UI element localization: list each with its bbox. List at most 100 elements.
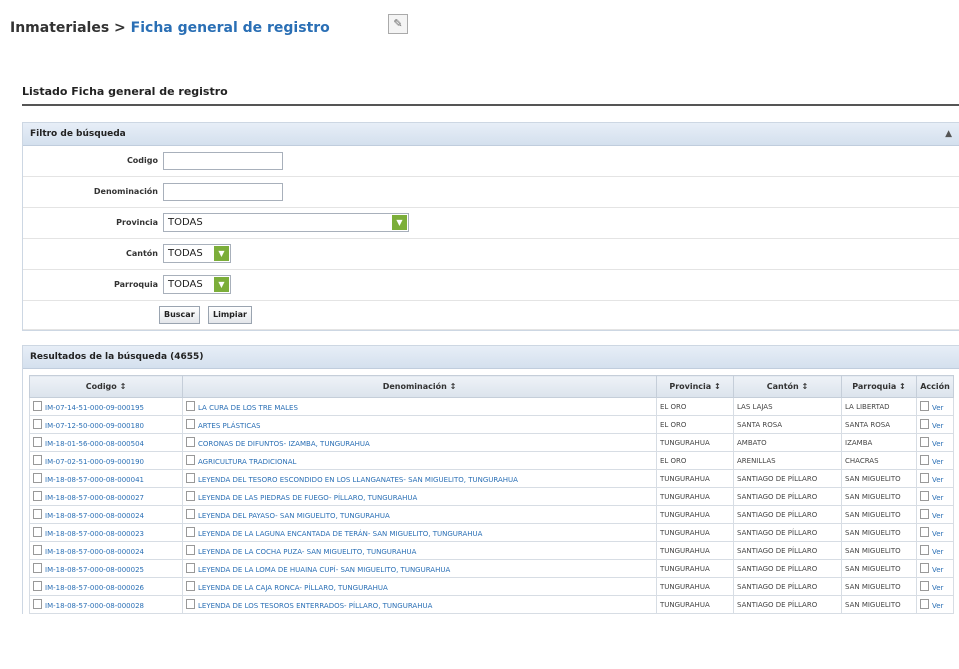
codigo-input[interactable] [163, 152, 283, 170]
cell-text: EL ORO [660, 420, 687, 429]
cell-text: AMBATO [737, 438, 767, 447]
document-icon [920, 563, 929, 573]
col-codigo[interactable]: Codigo ↕ [29, 375, 183, 398]
codigo-link[interactable]: IM-18-08-57-000-08-000024 [29, 541, 183, 560]
parroquia-cell: SAN MIGUELITO [841, 505, 917, 524]
filter-header[interactable]: Filtro de búsqueda ▲ [23, 123, 959, 146]
codigo-link[interactable]: IM-18-08-57-000-08-000041 [29, 469, 183, 488]
provincia-select[interactable]: TODAS ▼ [163, 213, 409, 232]
table-row: IM-18-08-57-000-08-000023 LEYENDA DE LA L… [29, 523, 954, 542]
cell-text: IM-07-12-50-000-09-000180 [45, 422, 144, 430]
codigo-link[interactable]: IM-07-02-51-000-09-000190 [29, 451, 183, 470]
canton-cell: SANTA ROSA [733, 415, 842, 434]
chevron-down-icon[interactable]: ▼ [214, 246, 229, 261]
document-icon [186, 509, 195, 519]
ver-link[interactable]: Ver [916, 541, 954, 560]
denominacion-link[interactable]: AGRICULTURA TRADICIONAL [182, 451, 657, 470]
denominacion-link[interactable]: LEYENDA DE LA LAGUNA ENCANTADA DE TERÁN-… [182, 523, 657, 542]
denominacion-link[interactable]: ARTES PLÁSTICAS [182, 415, 657, 434]
codigo-link[interactable]: IM-18-01-56-000-08-000504 [29, 433, 183, 452]
denominacion-link[interactable]: LEYENDA DEL TESORO ESCONDIDO EN LOS LLAN… [182, 469, 657, 488]
denominacion-link[interactable]: LEYENDA DE LA LOMA DE HUAINA CUPÍ- SAN M… [182, 559, 657, 578]
denominacion-link[interactable]: CORONAS DE DIFUNTOS- IZAMBA, TUNGURAHUA [182, 433, 657, 452]
filter-row-codigo: Codigo [23, 146, 959, 177]
denominacion-link[interactable]: LEYENDA DE LAS PIEDRAS DE FUEGO- PÍLLARO… [182, 487, 657, 506]
ver-link[interactable]: Ver [916, 505, 954, 524]
breadcrumb-root[interactable]: Inmateriales [10, 20, 109, 36]
cell-text: SANTIAGO DE PÍLLARO [737, 564, 818, 573]
cell-text: EL ORO [660, 456, 687, 465]
denominacion-link[interactable]: LA CURA DE LOS TRE MALES [182, 397, 657, 416]
codigo-link[interactable]: IM-18-08-57-000-08-000025 [29, 559, 183, 578]
parroquia-cell: CHACRAS [841, 451, 917, 470]
ver-link[interactable]: Ver [916, 595, 954, 614]
canton-cell: SANTIAGO DE PÍLLARO [733, 577, 842, 596]
codigo-label: Codigo [126, 156, 158, 165]
filter-panel: Filtro de búsqueda ▲ Codigo Denominación… [22, 122, 959, 331]
results-table: Codigo ↕ Denominación ↕ Provincia ↕ Cant… [29, 375, 954, 614]
canton-select[interactable]: TODAS ▼ [163, 244, 231, 263]
ver-link[interactable]: Ver [916, 433, 954, 452]
codigo-link[interactable]: IM-18-08-57-000-08-000027 [29, 487, 183, 506]
cell-text: SANTIAGO DE PÍLLARO [737, 474, 818, 483]
cell-text: TUNGURAHUA [660, 492, 710, 501]
parroquia-value: TODAS [168, 279, 203, 290]
denominacion-link[interactable]: LEYENDA DEL PAYASO- SAN MIGUELITO, TUNGU… [182, 505, 657, 524]
col-denominacion[interactable]: Denominación ↕ [182, 375, 657, 398]
ver-link[interactable]: Ver [916, 415, 954, 434]
document-icon [186, 545, 195, 555]
chevron-down-icon[interactable]: ▼ [214, 277, 229, 292]
parroquia-cell: SAN MIGUELITO [841, 541, 917, 560]
cell-text: Ver [932, 530, 944, 538]
results-panel: Resultados de la búsqueda (4655) Codigo … [22, 345, 959, 614]
codigo-link[interactable]: IM-18-08-57-000-08-000026 [29, 577, 183, 596]
cell-text: CORONAS DE DIFUNTOS- IZAMBA, TUNGURAHUA [198, 440, 370, 448]
cell-text: IM-18-08-57-000-08-000026 [45, 584, 144, 592]
limpiar-button[interactable]: Limpiar [208, 306, 252, 324]
col-provincia[interactable]: Provincia ↕ [656, 375, 734, 398]
canton-cell: SANTIAGO DE PÍLLARO [733, 505, 842, 524]
document-icon [33, 473, 42, 483]
document-icon [920, 455, 929, 465]
codigo-link[interactable]: IM-18-08-57-000-08-000024 [29, 505, 183, 524]
codigo-link[interactable]: IM-18-08-57-000-08-000028 [29, 595, 183, 614]
document-icon [33, 509, 42, 519]
filter-row-provincia: Provincia TODAS ▼ [23, 208, 959, 239]
breadcrumb-current[interactable]: Ficha general de registro [131, 20, 330, 36]
chevron-down-icon[interactable]: ▼ [392, 215, 407, 230]
cell-text: SAN MIGUELITO [845, 474, 901, 483]
document-icon [920, 527, 929, 537]
denominacion-link[interactable]: LEYENDA DE LA COCHA PUZA- SAN MIGUELITO,… [182, 541, 657, 560]
codigo-link[interactable]: IM-07-14-51-000-09-000195 [29, 397, 183, 416]
ver-link[interactable]: Ver [916, 469, 954, 488]
ver-link[interactable]: Ver [916, 523, 954, 542]
col-parroquia[interactable]: Parroquia ↕ [841, 375, 917, 398]
col-canton[interactable]: Cantón ↕ [733, 375, 842, 398]
ver-link[interactable]: Ver [916, 577, 954, 596]
cell-text: SAN MIGUELITO [845, 564, 901, 573]
canton-cell: SANTIAGO DE PÍLLARO [733, 559, 842, 578]
cell-text: SAN MIGUELITO [845, 492, 901, 501]
ver-link[interactable]: Ver [916, 451, 954, 470]
codigo-link[interactable]: IM-07-12-50-000-09-000180 [29, 415, 183, 434]
denominacion-input[interactable] [163, 183, 283, 201]
ver-link[interactable]: Ver [916, 397, 954, 416]
ver-link[interactable]: Ver [916, 559, 954, 578]
denominacion-label: Denominación [93, 187, 158, 196]
provincia-cell: TUNGURAHUA [656, 505, 734, 524]
codigo-link[interactable]: IM-18-08-57-000-08-000023 [29, 523, 183, 542]
parroquia-select[interactable]: TODAS ▼ [163, 275, 231, 294]
document-icon [920, 401, 929, 411]
cell-text: SANTIAGO DE PÍLLARO [737, 492, 818, 501]
edit-icon[interactable]: ✎ [388, 14, 408, 34]
buscar-button[interactable]: Buscar [159, 306, 200, 324]
parroquia-cell: SAN MIGUELITO [841, 595, 917, 614]
canton-cell: SANTIAGO DE PÍLLARO [733, 469, 842, 488]
denominacion-link[interactable]: LEYENDA DE LOS TESOROS ENTERRADOS- PÍLLA… [182, 595, 657, 614]
denominacion-link[interactable]: LEYENDA DE LA CAJA RONCA- PÍLLARO, TUNGU… [182, 577, 657, 596]
provincia-cell: TUNGURAHUA [656, 523, 734, 542]
collapse-icon[interactable]: ▲ [945, 123, 952, 145]
canton-label: Cantón [126, 249, 158, 258]
results-title: Resultados de la búsqueda (4655) [30, 352, 204, 362]
ver-link[interactable]: Ver [916, 487, 954, 506]
